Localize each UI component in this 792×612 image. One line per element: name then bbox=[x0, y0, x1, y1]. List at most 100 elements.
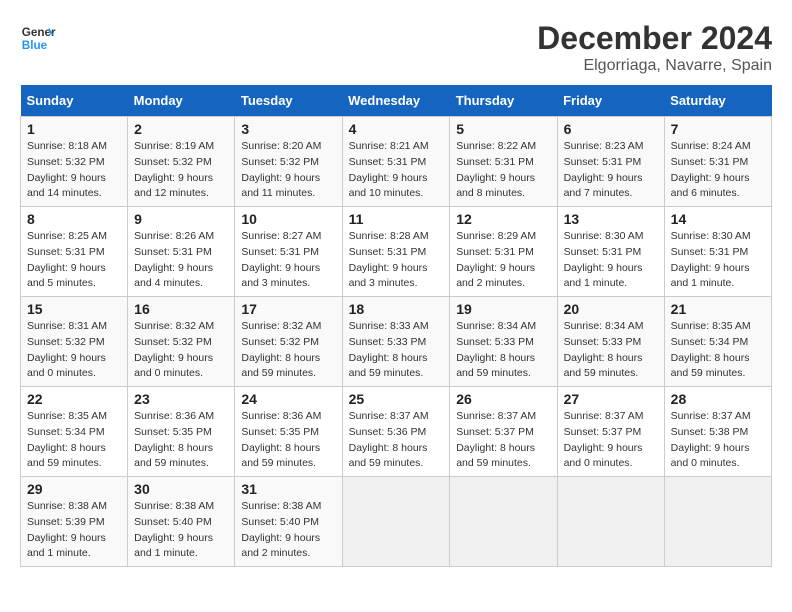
calendar-cell: 4Sunrise: 8:21 AMSunset: 5:31 PMDaylight… bbox=[342, 117, 450, 207]
calendar-cell: 1 Sunrise: 8:18 AMSunset: 5:32 PMDaylight… bbox=[21, 117, 128, 207]
day-number: 16 bbox=[134, 301, 228, 317]
calendar-cell: 5 Sunrise: 8:22 AMSunset: 5:31 PMDaylight… bbox=[450, 117, 557, 207]
day-number: 29 bbox=[27, 481, 121, 497]
header-wednesday: Wednesday bbox=[342, 85, 450, 117]
day-info: Sunrise: 8:29 AMSunset: 5:31 PMDaylight:… bbox=[456, 229, 550, 292]
calendar-cell: 19Sunrise: 8:34 AMSunset: 5:33 PMDayligh… bbox=[450, 297, 557, 387]
day-number: 30 bbox=[134, 481, 228, 497]
week-row-3: 15 Sunrise: 8:31 AMSunset: 5:32 PMDayligh… bbox=[21, 297, 772, 387]
day-number: 31 bbox=[241, 481, 335, 497]
calendar-cell: 25Sunrise: 8:37 AMSunset: 5:36 PMDayligh… bbox=[342, 387, 450, 477]
day-info: Sunrise: 8:37 AMSunset: 5:37 PMDaylight:… bbox=[456, 409, 550, 472]
day-info: Sunrise: 8:31 AMSunset: 5:32 PMDaylight:… bbox=[27, 319, 121, 382]
day-info: Sunrise: 8:35 AMSunset: 5:34 PMDaylight:… bbox=[27, 409, 121, 472]
week-row-5: 29 Sunrise: 8:38 AMSunset: 5:39 PMDayligh… bbox=[21, 477, 772, 567]
day-info: Sunrise: 8:38 AMSunset: 5:40 PMDaylight:… bbox=[241, 499, 335, 562]
calendar-cell: 12 Sunrise: 8:29 AMSunset: 5:31 PMDayligh… bbox=[450, 207, 557, 297]
calendar-cell: 10 Sunrise: 8:27 AMSunset: 5:31 PMDayligh… bbox=[235, 207, 342, 297]
day-info: Sunrise: 8:34 AMSunset: 5:33 PMDaylight:… bbox=[564, 319, 658, 382]
calendar-cell: 2 Sunrise: 8:19 AMSunset: 5:32 PMDaylight… bbox=[128, 117, 235, 207]
calendar-cell: 22 Sunrise: 8:35 AMSunset: 5:34 PMDayligh… bbox=[21, 387, 128, 477]
calendar-cell: 30 Sunrise: 8:38 AMSunset: 5:40 PMDayligh… bbox=[128, 477, 235, 567]
month-title: December 2024 bbox=[537, 20, 772, 57]
day-number: 27 bbox=[564, 391, 658, 407]
calendar-cell bbox=[342, 477, 450, 567]
calendar-cell: 21 Sunrise: 8:35 AMSunset: 5:34 PMDayligh… bbox=[664, 297, 771, 387]
calendar-cell bbox=[557, 477, 664, 567]
day-number: 18 bbox=[349, 301, 444, 317]
day-number: 5 bbox=[456, 121, 550, 137]
day-number: 11 bbox=[349, 211, 444, 227]
calendar-cell: 27 Sunrise: 8:37 AMSunset: 5:37 PMDayligh… bbox=[557, 387, 664, 477]
calendar-cell: 24 Sunrise: 8:36 AMSunset: 5:35 PMDayligh… bbox=[235, 387, 342, 477]
day-info: Sunrise: 8:36 AMSunset: 5:35 PMDaylight:… bbox=[134, 409, 228, 472]
calendar-cell: 28Sunrise: 8:37 AMSunset: 5:38 PMDayligh… bbox=[664, 387, 771, 477]
day-info: Sunrise: 8:38 AMSunset: 5:40 PMDaylight:… bbox=[134, 499, 228, 562]
calendar-cell: 3 Sunrise: 8:20 AMSunset: 5:32 PMDaylight… bbox=[235, 117, 342, 207]
day-info: Sunrise: 8:19 AMSunset: 5:32 PMDaylight:… bbox=[134, 139, 228, 202]
day-number: 2 bbox=[134, 121, 228, 137]
calendar-cell: 20 Sunrise: 8:34 AMSunset: 5:33 PMDayligh… bbox=[557, 297, 664, 387]
day-number: 8 bbox=[27, 211, 121, 227]
day-info: Sunrise: 8:38 AMSunset: 5:39 PMDaylight:… bbox=[27, 499, 121, 562]
day-info: Sunrise: 8:37 AMSunset: 5:37 PMDaylight:… bbox=[564, 409, 658, 472]
header-friday: Friday bbox=[557, 85, 664, 117]
header-row: SundayMondayTuesdayWednesdayThursdayFrid… bbox=[21, 85, 772, 117]
calendar-cell: 31 Sunrise: 8:38 AMSunset: 5:40 PMDayligh… bbox=[235, 477, 342, 567]
day-info: Sunrise: 8:25 AMSunset: 5:31 PMDaylight:… bbox=[27, 229, 121, 292]
calendar-cell: 7Sunrise: 8:24 AMSunset: 5:31 PMDaylight… bbox=[664, 117, 771, 207]
day-info: Sunrise: 8:30 AMSunset: 5:31 PMDaylight:… bbox=[671, 229, 765, 292]
calendar-cell: 14Sunrise: 8:30 AMSunset: 5:31 PMDayligh… bbox=[664, 207, 771, 297]
day-number: 22 bbox=[27, 391, 121, 407]
logo-icon: General Blue bbox=[20, 20, 56, 56]
header-thursday: Thursday bbox=[450, 85, 557, 117]
calendar-cell: 26 Sunrise: 8:37 AMSunset: 5:37 PMDayligh… bbox=[450, 387, 557, 477]
day-number: 20 bbox=[564, 301, 658, 317]
day-number: 7 bbox=[671, 121, 765, 137]
header-saturday: Saturday bbox=[664, 85, 771, 117]
day-info: Sunrise: 8:32 AMSunset: 5:32 PMDaylight:… bbox=[134, 319, 228, 382]
day-number: 12 bbox=[456, 211, 550, 227]
day-info: Sunrise: 8:37 AMSunset: 5:36 PMDaylight:… bbox=[349, 409, 444, 472]
day-info: Sunrise: 8:28 AMSunset: 5:31 PMDaylight:… bbox=[349, 229, 444, 292]
calendar-cell: 9Sunrise: 8:26 AMSunset: 5:31 PMDaylight… bbox=[128, 207, 235, 297]
day-info: Sunrise: 8:30 AMSunset: 5:31 PMDaylight:… bbox=[564, 229, 658, 292]
day-number: 6 bbox=[564, 121, 658, 137]
day-info: Sunrise: 8:35 AMSunset: 5:34 PMDaylight:… bbox=[671, 319, 765, 382]
title-block: December 2024 Elgorriaga, Navarre, Spain bbox=[537, 20, 772, 75]
calendar-cell: 23 Sunrise: 8:36 AMSunset: 5:35 PMDayligh… bbox=[128, 387, 235, 477]
day-info: Sunrise: 8:33 AMSunset: 5:33 PMDaylight:… bbox=[349, 319, 444, 382]
calendar-cell: 16 Sunrise: 8:32 AMSunset: 5:32 PMDayligh… bbox=[128, 297, 235, 387]
day-info: Sunrise: 8:20 AMSunset: 5:32 PMDaylight:… bbox=[241, 139, 335, 202]
day-number: 15 bbox=[27, 301, 121, 317]
day-info: Sunrise: 8:23 AMSunset: 5:31 PMDaylight:… bbox=[564, 139, 658, 202]
calendar-cell: 18 Sunrise: 8:33 AMSunset: 5:33 PMDayligh… bbox=[342, 297, 450, 387]
day-info: Sunrise: 8:37 AMSunset: 5:38 PMDaylight:… bbox=[671, 409, 765, 472]
day-info: Sunrise: 8:27 AMSunset: 5:31 PMDaylight:… bbox=[241, 229, 335, 292]
header-tuesday: Tuesday bbox=[235, 85, 342, 117]
day-number: 3 bbox=[241, 121, 335, 137]
day-number: 10 bbox=[241, 211, 335, 227]
day-info: Sunrise: 8:22 AMSunset: 5:31 PMDaylight:… bbox=[456, 139, 550, 202]
day-number: 1 bbox=[27, 121, 121, 137]
day-number: 23 bbox=[134, 391, 228, 407]
day-number: 17 bbox=[241, 301, 335, 317]
calendar-cell: 11 Sunrise: 8:28 AMSunset: 5:31 PMDayligh… bbox=[342, 207, 450, 297]
week-row-1: 1 Sunrise: 8:18 AMSunset: 5:32 PMDaylight… bbox=[21, 117, 772, 207]
day-info: Sunrise: 8:36 AMSunset: 5:35 PMDaylight:… bbox=[241, 409, 335, 472]
calendar-cell bbox=[450, 477, 557, 567]
day-number: 26 bbox=[456, 391, 550, 407]
day-number: 24 bbox=[241, 391, 335, 407]
svg-text:Blue: Blue bbox=[22, 39, 48, 52]
week-row-2: 8 Sunrise: 8:25 AMSunset: 5:31 PMDaylight… bbox=[21, 207, 772, 297]
calendar-cell: 13Sunrise: 8:30 AMSunset: 5:31 PMDayligh… bbox=[557, 207, 664, 297]
day-info: Sunrise: 8:18 AMSunset: 5:32 PMDaylight:… bbox=[27, 139, 121, 202]
calendar-cell: 8 Sunrise: 8:25 AMSunset: 5:31 PMDaylight… bbox=[21, 207, 128, 297]
day-number: 21 bbox=[671, 301, 765, 317]
header-sunday: Sunday bbox=[21, 85, 128, 117]
calendar-cell: 29 Sunrise: 8:38 AMSunset: 5:39 PMDayligh… bbox=[21, 477, 128, 567]
page-header: General Blue December 2024 Elgorriaga, N… bbox=[20, 20, 772, 75]
location: Elgorriaga, Navarre, Spain bbox=[537, 57, 772, 75]
calendar-cell: 6 Sunrise: 8:23 AMSunset: 5:31 PMDaylight… bbox=[557, 117, 664, 207]
day-number: 4 bbox=[349, 121, 444, 137]
